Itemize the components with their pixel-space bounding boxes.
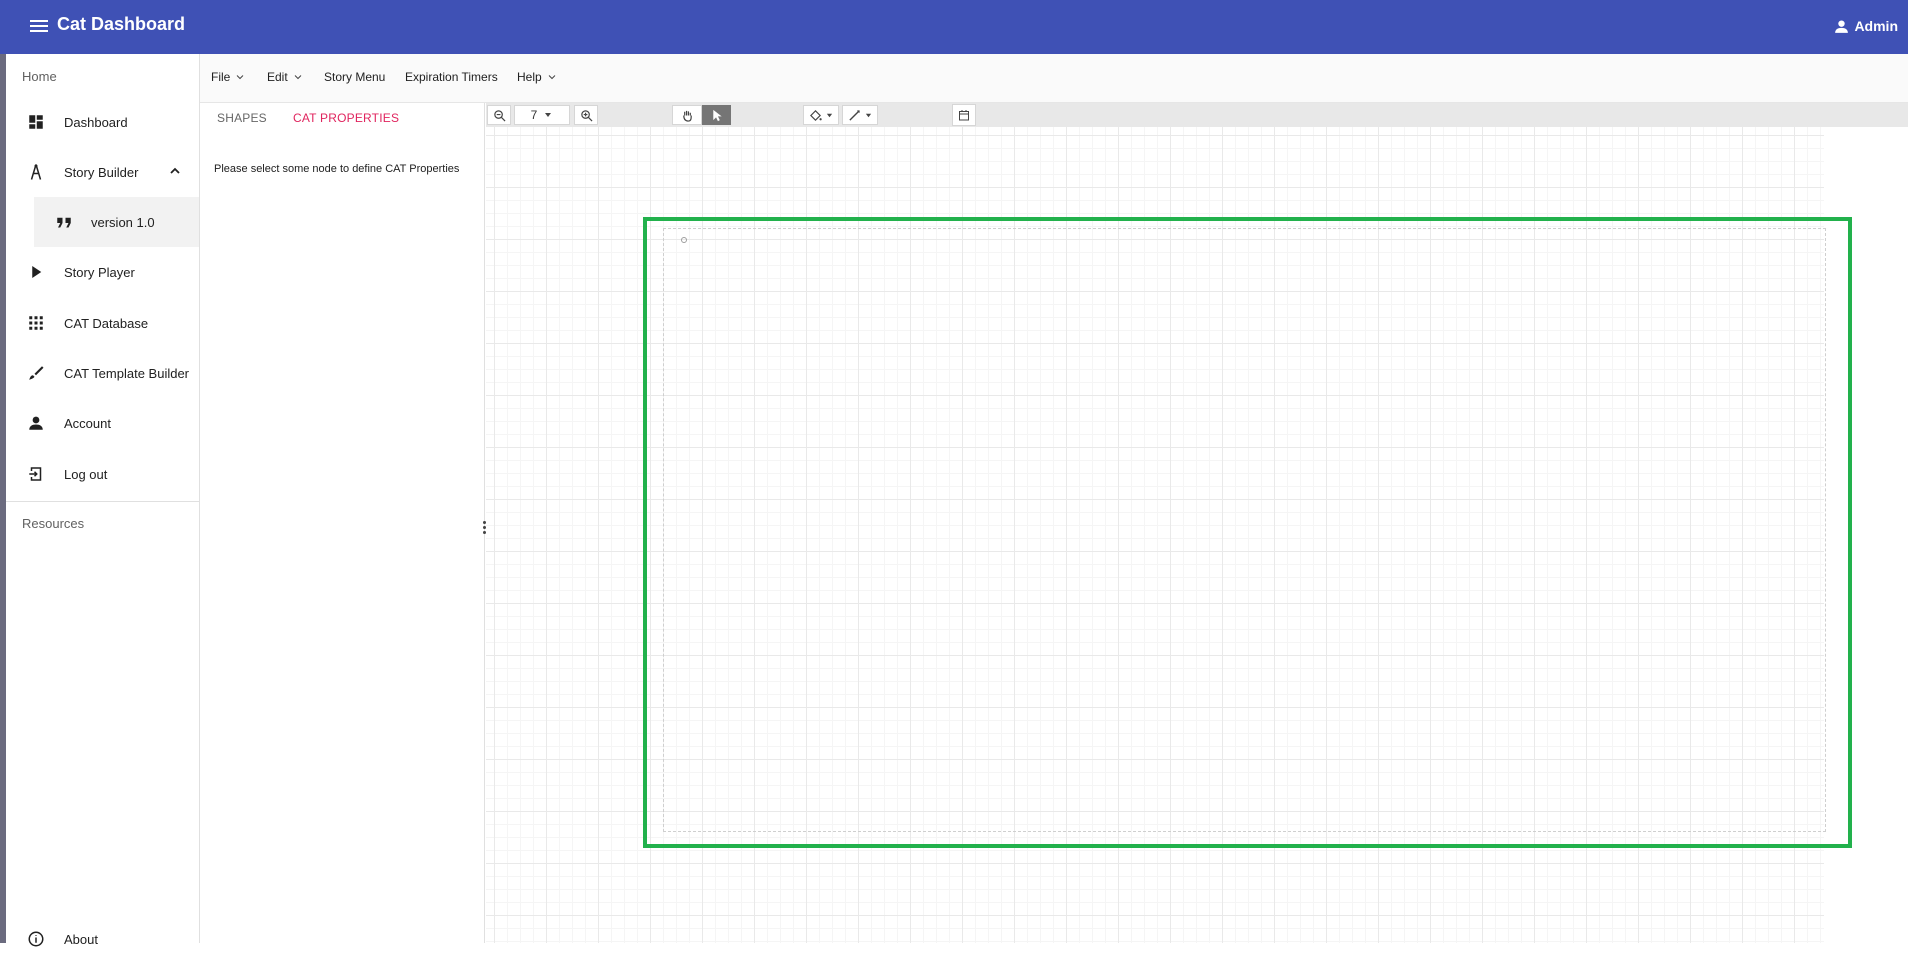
paint-bucket-icon (809, 109, 822, 121)
sidebar-item-label: version 1.0 (91, 214, 155, 230)
menu-file[interactable]: File (211, 70, 244, 84)
sidebar-item-label: Story Player (64, 264, 135, 280)
line-style-button[interactable] (842, 105, 878, 125)
sidebar-item-label: Story Builder (64, 164, 139, 180)
sidebar-item-label: Log out (64, 466, 108, 482)
tab-shapes[interactable]: SHAPES (217, 111, 267, 125)
menu-label: Story Menu (324, 70, 386, 84)
calendar-button[interactable] (952, 104, 976, 126)
sidebar: Home Dashboard Story Builder version 1.0… (0, 54, 200, 947)
sidebar-divider (6, 501, 199, 502)
user-account-button[interactable]: Admin (1833, 15, 1898, 37)
sidebar-item-label: About (64, 931, 98, 947)
editor-menu-bar: File Edit Story Menu Expiration Timers H… (200, 54, 1908, 103)
app-title: Cat Dashboard (57, 14, 186, 34)
select-tool-button[interactable] (702, 105, 731, 125)
chevron-down-icon (548, 75, 556, 80)
sidebar-item-label: Dashboard (64, 114, 128, 130)
menu-edit[interactable]: Edit (267, 70, 302, 84)
person-icon (1835, 19, 1849, 33)
pen-line-icon (848, 109, 860, 121)
play-icon (32, 266, 42, 278)
person-icon (29, 416, 43, 430)
editor-toolbar: 7 (486, 103, 1908, 127)
brush-icon (29, 366, 44, 380)
sidebar-item-label: Account (64, 415, 111, 431)
sidebar-item-dashboard[interactable]: Dashboard (6, 99, 199, 145)
zoom-out-icon (493, 109, 505, 121)
selection-highlight-frame (643, 217, 1852, 848)
sidebar-item-story-builder[interactable]: Story Builder (6, 149, 199, 195)
grid-apps-icon (29, 316, 43, 330)
menu-expiration-timers[interactable]: Expiration Timers (405, 70, 498, 84)
sidebar-heading-resources[interactable]: Resources (22, 516, 84, 531)
hand-icon (682, 110, 692, 122)
zoom-out-button[interactable] (487, 105, 511, 125)
caret-down-icon (545, 113, 552, 117)
sidebar-item-cat-template-builder[interactable]: CAT Template Builder (6, 350, 199, 396)
sidebar-item-account[interactable]: Account (6, 400, 199, 446)
app-bar: Cat Dashboard Admin (0, 0, 1908, 54)
caret-down-icon (865, 113, 871, 117)
sidebar-item-story-player[interactable]: Story Player (6, 249, 199, 295)
panel-message: Please select some node to define CAT Pr… (214, 163, 460, 175)
menu-help[interactable]: Help (517, 70, 556, 84)
menu-label: Help (517, 70, 542, 84)
properties-panel: SHAPES CAT PROPERTIES Please select some… (200, 103, 485, 943)
user-name: Admin (1854, 18, 1898, 34)
menu-label: File (211, 70, 231, 84)
sidebar-item-label: CAT Database (64, 315, 149, 331)
sidebar-item-logout[interactable]: Log out (6, 451, 199, 497)
logout-icon (29, 467, 42, 481)
menu-label: Edit (267, 70, 288, 84)
zoom-level-select[interactable]: 7 (514, 105, 570, 125)
menu-label: Expiration Timers (405, 70, 498, 84)
zoom-in-icon (580, 109, 592, 121)
compass-icon (30, 164, 42, 180)
chevron-down-icon (294, 75, 302, 80)
sidebar-item-cat-database[interactable]: CAT Database (6, 300, 199, 346)
chevron-down-icon (236, 75, 244, 80)
info-icon (28, 931, 44, 947)
sidebar-item-version[interactable]: version 1.0 (34, 197, 199, 247)
caret-down-icon (826, 113, 832, 117)
sidebar-item-about[interactable]: About (6, 916, 199, 962)
dashboard-icon (29, 115, 43, 129)
menu-story-menu[interactable]: Story Menu (324, 70, 385, 84)
quote-icon (57, 217, 71, 228)
sidebar-item-label: CAT Template Builder (64, 365, 190, 381)
pan-tool-button[interactable] (672, 105, 702, 125)
calendar-icon (959, 110, 969, 121)
fill-color-button[interactable] (803, 105, 839, 125)
pointer-icon (712, 109, 722, 121)
zoom-in-button[interactable] (574, 105, 598, 125)
tab-cat-properties[interactable]: CAT PROPERTIES (293, 111, 399, 125)
zoom-level-value: 7 (530, 108, 538, 122)
sidebar-heading-home[interactable]: Home (22, 69, 57, 84)
hamburger-menu-icon[interactable] (28, 15, 50, 37)
chevron-up-icon[interactable] (169, 165, 181, 177)
